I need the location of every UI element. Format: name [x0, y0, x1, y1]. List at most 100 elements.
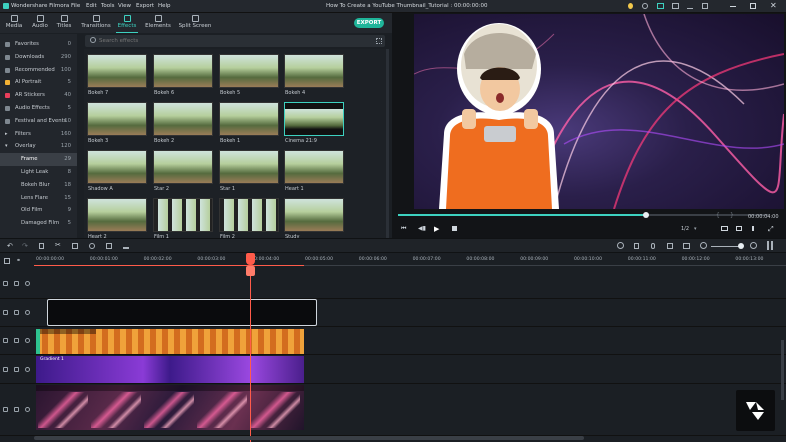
sidebar-item-overlay[interactable]: ▾ Overlay 120	[0, 140, 77, 153]
clip-start-handle[interactable]	[36, 329, 40, 354]
effect-thumbnail[interactable]	[87, 150, 147, 184]
timeline-ruler[interactable]: 00:00:00:00 00:00:01:00 00:00:02:00 00:00:0…	[34, 253, 786, 269]
maximize-icon[interactable]	[750, 3, 756, 9]
effect-thumbnail[interactable]	[284, 198, 344, 232]
lock-icon[interactable]	[14, 367, 19, 372]
display-icon[interactable]	[721, 226, 728, 231]
effect-thumbnail[interactable]	[153, 198, 213, 232]
effect-thumbnail[interactable]	[219, 198, 279, 232]
messages-icon[interactable]	[657, 3, 664, 9]
track-type-icon[interactable]	[3, 338, 8, 343]
track-type-icon[interactable]	[3, 367, 8, 372]
redo-icon[interactable]: ↷	[22, 242, 28, 250]
marker-icon[interactable]	[634, 243, 639, 249]
menu-file[interactable]: File	[71, 3, 80, 9]
eye-icon[interactable]	[25, 367, 30, 372]
sidebar-item-ai-portrait[interactable]: AI Portrait 5	[0, 76, 77, 89]
lock-icon[interactable]	[14, 310, 19, 315]
snapshot-icon[interactable]	[736, 226, 742, 231]
crop-icon[interactable]	[72, 243, 78, 249]
playhead-marker[interactable]	[246, 266, 255, 276]
zoom-in-icon[interactable]	[750, 242, 757, 249]
render-icon[interactable]	[617, 242, 624, 249]
tab-split-screen[interactable]: Split Screen	[178, 14, 212, 32]
eye-icon[interactable]	[25, 310, 30, 315]
cut-icon[interactable]: ✂	[55, 241, 61, 249]
eye-icon[interactable]	[25, 281, 30, 286]
lightbulb-icon[interactable]	[628, 3, 633, 9]
search-input[interactable]	[99, 36, 339, 46]
voiceover-icon[interactable]	[667, 243, 673, 249]
effect-thumbnail[interactable]	[219, 54, 279, 88]
lock-icon[interactable]	[14, 281, 19, 286]
effect-thumbnail[interactable]	[153, 102, 213, 136]
tab-titles[interactable]: Titles	[50, 14, 78, 32]
playhead-handle[interactable]	[246, 253, 255, 265]
close-icon[interactable]: ✕	[770, 1, 777, 10]
timeline-scrollbar[interactable]	[34, 436, 584, 440]
speed-icon[interactable]	[89, 243, 95, 249]
fullscreen-icon[interactable]: ⤢	[768, 225, 774, 234]
menu-tools[interactable]: Tools	[101, 3, 115, 9]
preview-video[interactable]	[414, 14, 784, 209]
effect-thumbnail[interactable]	[219, 102, 279, 136]
lock-icon[interactable]	[14, 338, 19, 343]
menu-export[interactable]: Export	[136, 3, 154, 9]
stop-icon[interactable]	[452, 226, 457, 231]
eye-icon[interactable]	[25, 407, 30, 412]
add-track-icon[interactable]	[4, 258, 10, 264]
menu-view[interactable]: View	[118, 3, 131, 9]
menu-help[interactable]: Help	[158, 3, 171, 9]
menu-edit[interactable]: Edit	[86, 3, 97, 9]
effect-thumbnail[interactable]	[219, 150, 279, 184]
effect-thumbnail[interactable]	[153, 150, 213, 184]
play-icon[interactable]: ▶	[434, 225, 439, 233]
mark-in-icon[interactable]: {	[716, 212, 720, 219]
sidebar-item-lens-flare[interactable]: Lens Flare 15	[0, 192, 77, 205]
sidebar-item-recommended[interactable]: Recommended 100	[0, 64, 77, 77]
sidebar-item-light-leak[interactable]: Light Leak 8	[0, 166, 77, 179]
effect-thumbnail[interactable]	[284, 102, 344, 136]
zoom-slider-handle[interactable]	[738, 243, 744, 249]
download-icon[interactable]	[687, 3, 693, 9]
mic-icon[interactable]	[651, 243, 655, 249]
effect-thumbnail[interactable]	[87, 198, 147, 232]
preview-progress-handle[interactable]	[642, 212, 649, 218]
mark-out-icon[interactable]: }	[730, 212, 734, 219]
track-type-icon[interactable]	[3, 310, 8, 315]
sidebar-item-damaged-film[interactable]: Damaged Film 5	[0, 217, 77, 230]
quality-dropdown-icon[interactable]: ▾	[694, 226, 697, 232]
sidebar-item-audio-effects[interactable]: Audio Effects 5	[0, 102, 77, 115]
undo-icon[interactable]: ↶	[7, 242, 13, 250]
save-icon[interactable]	[702, 3, 708, 9]
effect-thumbnail[interactable]	[153, 54, 213, 88]
sidebar-item-frame[interactable]: Frame 29	[0, 153, 77, 166]
grid-view-icon[interactable]	[376, 38, 382, 44]
panel-toggle-icon[interactable]	[767, 241, 773, 250]
effect-thumbnail[interactable]	[87, 54, 147, 88]
tab-elements[interactable]: Elements	[142, 14, 174, 32]
track-type-icon[interactable]	[3, 407, 8, 412]
lock-icon[interactable]	[14, 407, 19, 412]
playhead[interactable]	[250, 253, 251, 442]
effect-thumbnail[interactable]	[284, 150, 344, 184]
track-type-icon[interactable]	[3, 281, 8, 286]
tab-media[interactable]: Media	[0, 14, 28, 32]
sidebar-item-ar-stickers[interactable]: AR Stickers 40	[0, 89, 77, 102]
effect-thumbnail[interactable]	[87, 102, 147, 136]
effect-thumbnail[interactable]	[284, 54, 344, 88]
sidebar-item-festival-and-events[interactable]: Festival and Events 10	[0, 115, 77, 128]
color-icon[interactable]	[106, 243, 112, 249]
account-icon[interactable]	[642, 3, 648, 9]
gradient-clip[interactable]	[36, 356, 304, 383]
volume-icon[interactable]	[752, 226, 758, 231]
sidebar-item-bokeh-blur[interactable]: Bokeh Blur 18	[0, 179, 77, 192]
previous-frame-icon[interactable]: ⏮	[401, 225, 406, 233]
export-button[interactable]: EXPORT	[354, 18, 384, 28]
title-clip[interactable]	[47, 299, 317, 326]
minimize-icon[interactable]	[730, 6, 736, 7]
sidebar-item-favorites[interactable]: Favorites 0	[0, 38, 77, 51]
timeline-vertical-scrollbar[interactable]	[781, 340, 784, 400]
zoom-out-icon[interactable]	[700, 242, 707, 249]
link-icon[interactable]: ⚭	[16, 257, 21, 264]
